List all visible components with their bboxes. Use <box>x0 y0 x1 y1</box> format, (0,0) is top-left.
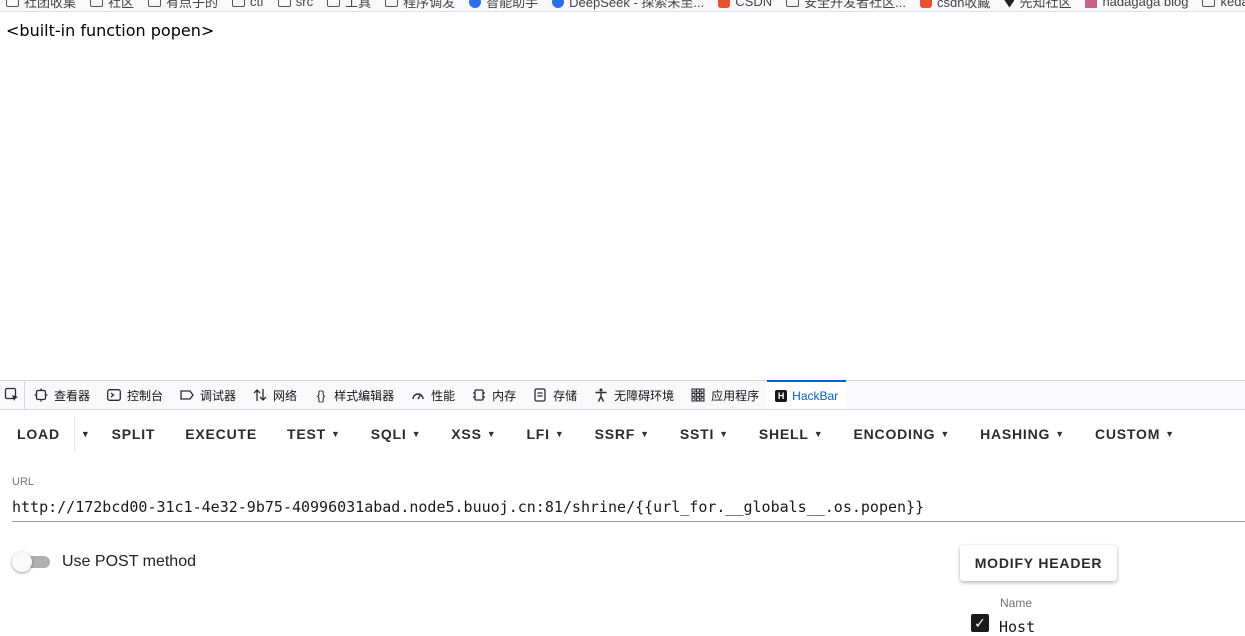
post-method-toggle[interactable] <box>12 552 50 572</box>
tab-network[interactable]: 网络 <box>244 381 305 409</box>
csdn-icon <box>919 0 932 8</box>
caret-down-icon: ▼ <box>411 429 422 439</box>
menu-sqli[interactable]: SQLI ▼ <box>356 416 437 452</box>
check-icon: ✓ <box>974 614 986 631</box>
console-icon <box>106 387 122 403</box>
bookmark-item[interactable]: 社区 <box>90 0 134 11</box>
folder-icon <box>385 0 399 7</box>
folder-icon <box>148 0 162 7</box>
memory-icon <box>471 387 487 403</box>
bookmark-item[interactable]: ctf <box>232 0 264 11</box>
bookmark-item[interactable]: 先知社区 <box>1004 0 1071 11</box>
header-name-label: Name <box>1000 596 1033 610</box>
tab-inspector[interactable]: 查看器 <box>25 381 98 409</box>
folder-icon <box>277 0 291 7</box>
application-icon <box>690 387 706 403</box>
folder-icon <box>1202 0 1216 7</box>
bookmark-item[interactable]: 社团收集 <box>6 0 76 11</box>
style-editor-icon: {} <box>316 387 326 403</box>
bookmarks-bar: 社团收集 社区 有点子的 ctf src 工具 程序调发 智能助手 DeepSe… <box>0 0 1245 12</box>
bookmark-item[interactable]: CSDN <box>718 0 772 11</box>
tab-accessibility[interactable]: 无障碍环境 <box>585 381 682 409</box>
devtools-tab-bar: 查看器 控制台 调试器 网络 {} 样式编辑器 性能 内存 存储 无障碍环境 应… <box>0 380 1245 410</box>
menu-custom[interactable]: CUSTOM ▼ <box>1080 416 1190 452</box>
menu-xss[interactable]: XSS ▼ <box>436 416 511 452</box>
bookmark-item[interactable]: kedaolm <box>1202 0 1245 11</box>
caret-down-icon: ▼ <box>719 429 729 439</box>
bookmark-item[interactable]: 有点子的 <box>148 0 218 11</box>
caret-down-icon: ▼ <box>940 429 951 439</box>
header-name-field[interactable]: Host <box>999 618 1035 636</box>
tab-storage[interactable]: 存储 <box>524 381 585 409</box>
globe-icon <box>469 0 482 8</box>
tab-performance[interactable]: 性能 <box>402 381 463 409</box>
split-button[interactable]: SPLIT <box>97 416 171 452</box>
toggle-knob <box>12 552 32 572</box>
url-input[interactable]: http://172bcd00-31c1-4e32-9b75-40996031a… <box>12 496 1245 522</box>
element-picker-button[interactable] <box>0 381 25 409</box>
menu-hashing[interactable]: HASHING ▼ <box>965 416 1080 452</box>
execute-button[interactable]: EXECUTE <box>170 416 272 452</box>
caret-down-icon: ▼ <box>1055 429 1065 439</box>
folder-icon <box>232 0 246 7</box>
modify-header-button[interactable]: MODIFY HEADER <box>960 545 1117 581</box>
bookmark-item[interactable]: src <box>277 0 313 11</box>
bookmark-item[interactable]: 程序调发 <box>385 0 455 11</box>
load-button-group: LOAD ▼ <box>0 416 97 452</box>
caret-down-icon: ▼ <box>80 429 91 439</box>
tab-console[interactable]: 控制台 <box>98 381 171 409</box>
bookmark-item[interactable]: nadagaga blog <box>1085 0 1188 11</box>
tab-application[interactable]: 应用程序 <box>682 381 767 409</box>
tab-style-editor[interactable]: {} 样式编辑器 <box>305 381 402 409</box>
folder-icon <box>90 0 104 7</box>
menu-test[interactable]: TEST ▼ <box>272 416 356 452</box>
folder-icon <box>6 0 19 7</box>
bookmark-item[interactable]: 安全开发者社区... <box>786 0 906 11</box>
bookmark-item[interactable]: DeepSeek - 探索未至... <box>552 0 704 11</box>
caret-down-icon: ▼ <box>640 429 650 439</box>
caret-down-icon: ▼ <box>554 429 565 439</box>
load-dropdown-toggle[interactable]: ▼ <box>75 429 97 439</box>
post-method-label: Use POST method <box>62 553 196 570</box>
network-icon <box>252 387 268 403</box>
csdn-icon <box>718 0 731 8</box>
performance-icon <box>410 387 426 403</box>
load-button[interactable]: LOAD <box>0 416 75 452</box>
header-enable-checkbox[interactable]: ✓ <box>971 614 989 632</box>
deepseek-icon <box>552 0 565 8</box>
blog-icon <box>1085 0 1098 8</box>
url-label: URL <box>12 476 35 488</box>
page-output-text: <built-in function popen> <box>6 21 215 40</box>
accessibility-icon <box>593 387 609 403</box>
folder-icon <box>327 0 341 7</box>
storage-icon <box>532 387 548 403</box>
caret-down-icon: ▼ <box>330 429 341 439</box>
bookmark-item[interactable]: csdn收藏 <box>919 0 990 11</box>
menu-encoding[interactable]: ENCODING ▼ <box>838 416 965 452</box>
hackbar-icon: H <box>775 389 788 402</box>
folder-icon <box>786 0 800 7</box>
menu-ssrf[interactable]: SSRF ▼ <box>580 416 665 452</box>
inspector-icon <box>33 387 49 403</box>
menu-ssti[interactable]: SSTI ▼ <box>665 416 744 452</box>
hackbar-toolbar: LOAD ▼ SPLIT EXECUTE TEST ▼ SQLI ▼ XSS ▼ LF… <box>0 409 1245 459</box>
debugger-icon <box>179 387 195 403</box>
tab-memory[interactable]: 内存 <box>463 381 524 409</box>
bookmark-item[interactable]: 工具 <box>327 0 371 11</box>
bookmark-item[interactable]: 智能助手 <box>469 0 538 11</box>
tab-hackbar[interactable]: H HackBar <box>767 380 847 409</box>
menu-shell[interactable]: SHELL ▼ <box>744 416 839 452</box>
tab-debugger[interactable]: 调试器 <box>171 381 244 409</box>
caret-down-icon: ▼ <box>486 429 497 439</box>
element-picker-icon <box>4 387 18 401</box>
menu-lfi[interactable]: LFI ▼ <box>511 416 579 452</box>
caret-down-icon: ▼ <box>813 429 824 439</box>
xianzhi-icon <box>1004 0 1015 8</box>
caret-down-icon: ▼ <box>1165 429 1175 439</box>
